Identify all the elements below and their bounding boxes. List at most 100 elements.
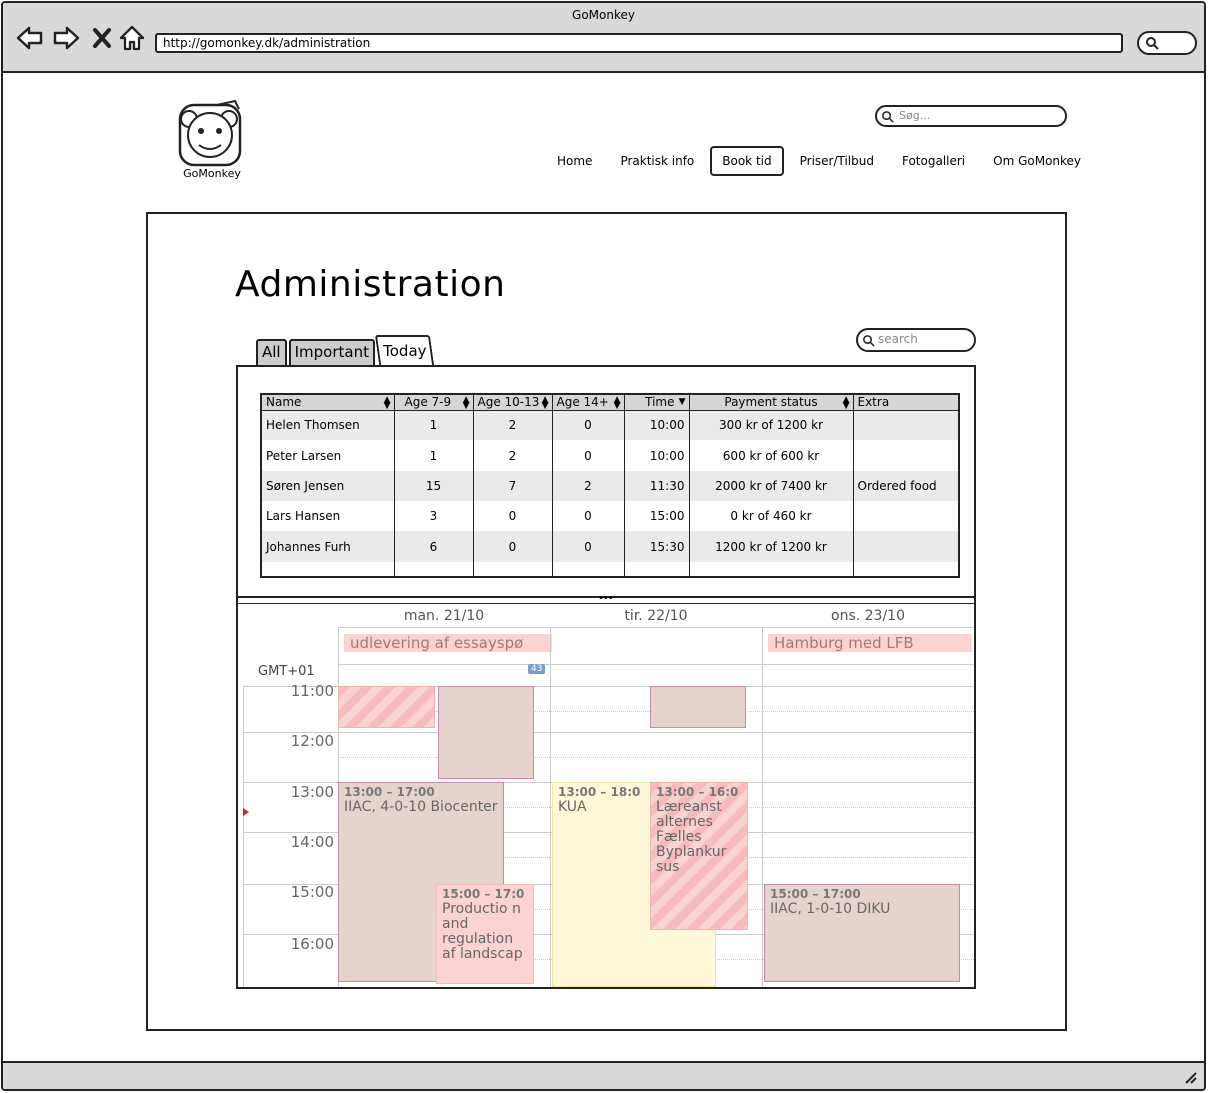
cell-extra: [853, 531, 960, 562]
table-header-row: Name ▲ ▼ Age 7-9 ▲ ▼ Age 10-13 ▲ ▼ Age 14+ ▲ ▼ T…: [261, 394, 960, 411]
tab-today[interactable]: Today: [374, 335, 435, 365]
hour-label: 15:00: [290, 883, 334, 901]
cell-payment-status: 300 kr of 1200 kr: [689, 410, 854, 441]
calendar-event[interactable]: 13:00 – 16:0 Læreanst alternes Fælles By…: [650, 782, 748, 930]
nav-om-gomonkey[interactable]: Om GoMonkey: [981, 146, 1093, 176]
browser-statusbar: [3, 1061, 1204, 1089]
site-search-placeholder: Søg...: [899, 109, 931, 122]
cell-extra: Ordered food: [853, 470, 960, 502]
col-header-label: Payment status: [724, 395, 818, 410]
table-row[interactable]: Helen Thomsen 1 2 0 10:00 300 kr of 1200…: [261, 410, 960, 441]
table-row[interactable]: Søren Jensen 15 7 2 11:30 2000 kr of 740…: [261, 470, 960, 502]
search-icon: [882, 111, 894, 123]
event-title: IIAC, 4-0-10 Biocenter: [344, 799, 498, 815]
event-title: KUA: [558, 799, 587, 815]
cell-age-14-plus: 2: [552, 470, 625, 502]
forward-button[interactable]: [51, 23, 81, 53]
cell-extra: [853, 440, 960, 471]
calendar-event[interactable]: [650, 686, 746, 728]
tab-important-label: Important: [294, 343, 369, 361]
calendar-event[interactable]: [438, 686, 534, 779]
nav-priser-tilbud[interactable]: Priser/Tilbud: [788, 146, 886, 176]
cell-age-10-13: 0: [473, 531, 553, 562]
cell-name: Johannes Furh: [261, 531, 395, 562]
calendar-event[interactable]: [338, 686, 435, 728]
cell-age-7-9: 15: [394, 470, 474, 502]
allday-event[interactable]: Hamburg med LFB: [768, 634, 972, 652]
cell-age-10-13: 0: [473, 501, 553, 532]
bookings-table: Name ▲ ▼ Age 7-9 ▲ ▼ Age 10-13 ▲ ▼ Age 14+ ▲ ▼ T…: [260, 393, 960, 578]
search-icon: [1146, 37, 1159, 50]
tab-important[interactable]: Important: [288, 339, 375, 365]
week-number-badge: 43: [528, 664, 546, 674]
current-time-marker-icon: [243, 808, 249, 816]
nav-home[interactable]: Home: [545, 146, 604, 176]
nav-praktisk-info[interactable]: Praktisk info: [608, 146, 706, 176]
sort-icon: ▲ ▼: [541, 395, 549, 411]
sort-icon: ▲ ▼: [462, 395, 470, 411]
hour-label: 12:00: [290, 732, 334, 750]
cell-time: 10:00: [624, 440, 690, 471]
nav-book-tid[interactable]: Book tid: [710, 146, 784, 176]
panel-splitter[interactable]: •••: [238, 594, 974, 604]
window-title: GoMonkey: [572, 8, 635, 22]
day-header[interactable]: tir. 22/10: [550, 608, 762, 624]
sort-icon: ▲ ▼: [613, 395, 621, 411]
col-header-name[interactable]: Name ▲ ▼: [261, 394, 395, 411]
tab-all[interactable]: All: [256, 339, 287, 365]
event-time: 15:00 – 17:0: [442, 887, 525, 901]
cell-age-7-9: 3: [394, 501, 474, 532]
table-row[interactable]: Lars Hansen 3 0 0 15:00 0 kr of 460 kr: [261, 501, 960, 532]
cell-age-7-9: 1: [394, 440, 474, 471]
back-button[interactable]: [15, 23, 45, 53]
cell-payment-status: 1200 kr of 1200 kr: [689, 531, 854, 562]
col-header-age-14-plus[interactable]: Age 14+ ▲ ▼: [552, 394, 625, 411]
hour-label: 14:00: [290, 833, 334, 851]
col-header-label: Time: [645, 395, 675, 410]
url-input[interactable]: http://gomonkey.dk/administration: [155, 33, 1123, 53]
cell-payment-status: 600 kr of 600 kr: [689, 440, 854, 471]
browser-search-input[interactable]: [1137, 31, 1197, 55]
day-header[interactable]: ons. 23/10: [762, 608, 974, 624]
col-header-label: Age 14+: [556, 395, 609, 410]
page-title: Administration: [235, 264, 506, 305]
col-header-age-7-9[interactable]: Age 7-9 ▲ ▼: [394, 394, 474, 411]
cell-name: Peter Larsen: [261, 440, 395, 471]
col-header-time[interactable]: Time ▼: [624, 394, 690, 411]
sort-icon: ▲ ▼: [842, 395, 850, 411]
cell-time: 15:30: [624, 531, 690, 562]
cell-extra: [853, 501, 960, 532]
table-search-input[interactable]: search: [856, 328, 976, 352]
calendar-event[interactable]: 15:00 – 17:00 IIAC, 1-0-10 DIKU: [764, 884, 960, 982]
nav-fotogalleri[interactable]: Fotogalleri: [890, 146, 977, 176]
table-empty-row: [261, 561, 960, 577]
site-logo[interactable]: GoMonkey: [177, 99, 247, 183]
allday-event[interactable]: udlevering af essayspø: [344, 634, 552, 652]
drag-handle-icon[interactable]: •••: [598, 594, 614, 604]
col-header-payment-status[interactable]: Payment status ▲ ▼: [689, 394, 854, 411]
forward-arrow-icon: [53, 26, 80, 50]
cell-age-10-13: 2: [473, 410, 553, 441]
table-row[interactable]: Peter Larsen 1 2 0 10:00 600 kr of 600 k…: [261, 440, 960, 471]
cell-time: 10:00: [624, 410, 690, 441]
home-button[interactable]: [117, 23, 147, 53]
resize-grip-icon[interactable]: [1182, 1069, 1198, 1085]
tab-content: Name ▲ ▼ Age 7-9 ▲ ▼ Age 10-13 ▲ ▼ Age 14+ ▲ ▼ T…: [236, 365, 976, 989]
hour-label: 11:00: [290, 682, 334, 700]
back-arrow-icon: [16, 26, 43, 50]
cell-age-14-plus: 0: [552, 501, 625, 532]
col-header-extra[interactable]: Extra: [853, 394, 960, 411]
table-row[interactable]: Johannes Furh 6 0 0 15:30 1200 kr of 120…: [261, 531, 960, 562]
stop-button[interactable]: [87, 23, 117, 53]
home-icon: [119, 25, 145, 51]
cell-name: Helen Thomsen: [261, 410, 395, 441]
cell-age-14-plus: 0: [552, 440, 625, 471]
event-title: Productio n and regulation af landscap: [442, 901, 523, 962]
day-header[interactable]: man. 21/10: [338, 608, 550, 624]
browser-titlebar: GoMonkey http://gomonkey.dk/administrati…: [3, 3, 1204, 73]
timezone-label: GMT+01: [258, 664, 315, 679]
col-header-label: Name: [266, 395, 302, 410]
site-search-input[interactable]: Søg...: [875, 105, 1067, 127]
calendar-event[interactable]: 15:00 – 17:0 Productio n and regulation …: [436, 884, 534, 984]
col-header-age-10-13[interactable]: Age 10-13 ▲ ▼: [473, 394, 553, 411]
